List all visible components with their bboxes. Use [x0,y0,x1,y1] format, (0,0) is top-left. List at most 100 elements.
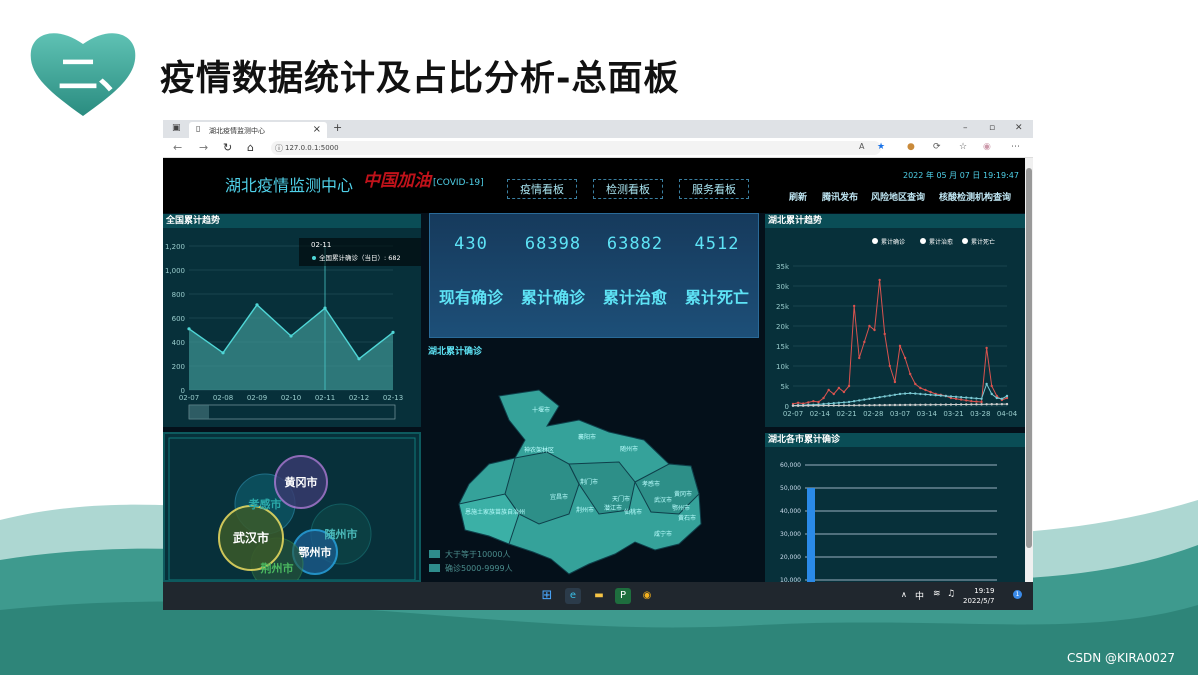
volume-icon[interactable]: ♫ [947,589,955,599]
credit-watermark: CSDN @KIRA0027 [1067,651,1176,665]
favorites-icon[interactable]: ☆ [959,142,967,152]
link-risk-areas[interactable]: 风险地区查询 [871,190,925,203]
nav-testing-board[interactable]: 检测看板 [593,179,663,199]
chrome-icon[interactable]: ◉ [639,588,655,604]
legend-label: 累计确诊 [881,238,905,246]
link-refresh[interactable]: 刷新 [789,190,807,203]
data-point [858,399,861,402]
city-bar-chart[interactable]: 10,00020,00030,00040,00050,00060,000 [765,433,1025,582]
map-label-ezhou: 鄂州市 [672,504,690,512]
tooltip-marker [312,256,316,260]
data-point [357,357,361,361]
datetime: 2022 年 05 月 07 日 19:19:47 [903,171,1019,180]
x-tick-label: 02-28 [863,410,883,418]
data-point [949,403,953,406]
data-point [807,401,810,404]
data-point [990,392,993,396]
scroll-thumb[interactable] [1026,168,1032,548]
slide-title: 疫情数据统计及占比分析-总面板 [160,59,680,99]
data-point [934,394,937,397]
maximize-icon[interactable]: ▫ [989,123,995,133]
kpi-dead-label: 累计死亡 [684,288,749,307]
hubei-map[interactable]: 十堰市 襄阳市 随州市 神农架林区 荆门市 孝感市 宜昌市 天门市 武汉市 鄂州… [429,354,759,582]
y-tick-label: 10k [776,363,790,371]
hubei-trend-chart[interactable]: 05k10k15k20k25k30k35k02-07 02-14 02-21 02-2… [765,214,1025,427]
more-menu-icon[interactable]: ⋯ [1011,142,1020,152]
y-tick-label: 20,000 [780,554,801,561]
zoom-slider-track [188,404,396,420]
data-point [883,395,886,398]
nav-epidemic-board[interactable]: 疫情看板 [507,179,577,199]
extension-icon[interactable]: ● [907,142,915,152]
tab-close-icon[interactable]: × [313,124,321,135]
tooltip-date: 02-11 [311,241,331,249]
legend-label-mid: 确诊5000-9999人 [445,564,513,573]
link-test-agencies[interactable]: 核酸检测机构查询 [939,190,1011,203]
refresh-extension-icon[interactable]: ⟳ [933,142,941,152]
browser-tab[interactable]: ▯ 湖北疫情监测中心 × [189,122,327,138]
national-trend-chart[interactable]: 02004006008001,0001,20002-07 02-08 02-09 02… [163,214,421,427]
y-tick-label: 15k [776,343,790,351]
data-point [995,396,999,400]
data-point [903,392,907,395]
file-explorer-icon[interactable]: ▬ [591,588,607,604]
notification-icon[interactable]: 1 [1013,590,1022,599]
data-point [289,334,293,338]
data-point [898,403,902,407]
minimize-icon[interactable]: – [963,123,968,133]
page-scrollbar[interactable] [1025,158,1033,582]
x-tick-label: 02-10 [281,394,301,402]
windows-start-icon[interactable]: ⊞ [539,588,555,604]
bubble-chart[interactable]: 孝感市 黄冈市 随州市 鄂州市 荆州市 武汉市 [165,434,419,580]
back-icon[interactable]: ← [173,141,182,154]
kpi-cured-value: 63882 [606,234,664,254]
data-point [980,400,983,404]
section-number: 二、 [58,52,138,98]
forward-icon[interactable]: → [199,141,208,154]
legend-swatch-high [429,550,440,558]
x-tick-label: 02-08 [213,394,233,402]
favorite-star-icon[interactable]: ★ [877,142,885,152]
map-label-yichang: 宜昌市 [550,493,568,501]
data-point [812,400,815,403]
bubble-label-xiaogan: 孝感市 [248,497,282,511]
data-point [934,403,937,406]
data-point [929,403,932,406]
read-aloud-icon[interactable]: A [859,142,864,151]
map-label-wuhan: 武汉市 [654,496,672,504]
nav-service-board[interactable]: 服务看板 [679,179,749,199]
edge-browser-icon[interactable]: e [565,588,581,604]
map-label-shiyan: 十堰市 [532,406,550,414]
data-point [852,404,856,407]
y-tick-label: 800 [172,291,185,299]
bubble-label-suizhou: 随州市 [325,527,358,541]
data-point [929,393,932,396]
taskbar-clock[interactable]: 19:19 2022/5/7 [963,586,994,606]
kpi-current-label: 现有确诊 [438,288,503,307]
tab-title: 湖北疫情监测中心 [209,127,265,135]
pycharm-icon[interactable]: P [615,588,631,604]
tab-actions-icon[interactable]: ▣ [172,123,181,133]
new-tab-icon[interactable]: + [333,121,342,134]
tray-chevron-icon[interactable]: ∧ [901,590,907,599]
data-point [893,380,897,384]
data-point [903,403,907,407]
panel-hubei-trend: 湖北累计趋势 0 5k 10k 15k 20k 25k 30k 35k 02-07 02-14 02… [765,214,1025,427]
url-field[interactable]: ⓘ 127.0.0.1:5000 [271,141,881,155]
data-point [1000,397,1004,400]
data-point [863,340,866,344]
window-close-icon[interactable]: ✕ [1015,123,1023,133]
ime-indicator[interactable]: 中 [915,589,924,602]
data-point [919,386,922,390]
home-icon[interactable]: ⌂ [247,141,254,154]
refresh-icon[interactable]: ↻ [223,141,232,154]
link-tencent[interactable]: 腾讯发布 [822,190,858,203]
data-point [924,388,927,392]
profile-avatar-icon[interactable]: ◉ [983,142,991,152]
data-point [919,403,922,406]
data-point [903,356,907,360]
legend-label-high: 大于等于10000人 [445,550,511,559]
china-jiayou-logo: 中国加油 [363,171,431,191]
data-point [868,397,871,400]
wifi-icon[interactable]: ≋ [933,589,941,599]
